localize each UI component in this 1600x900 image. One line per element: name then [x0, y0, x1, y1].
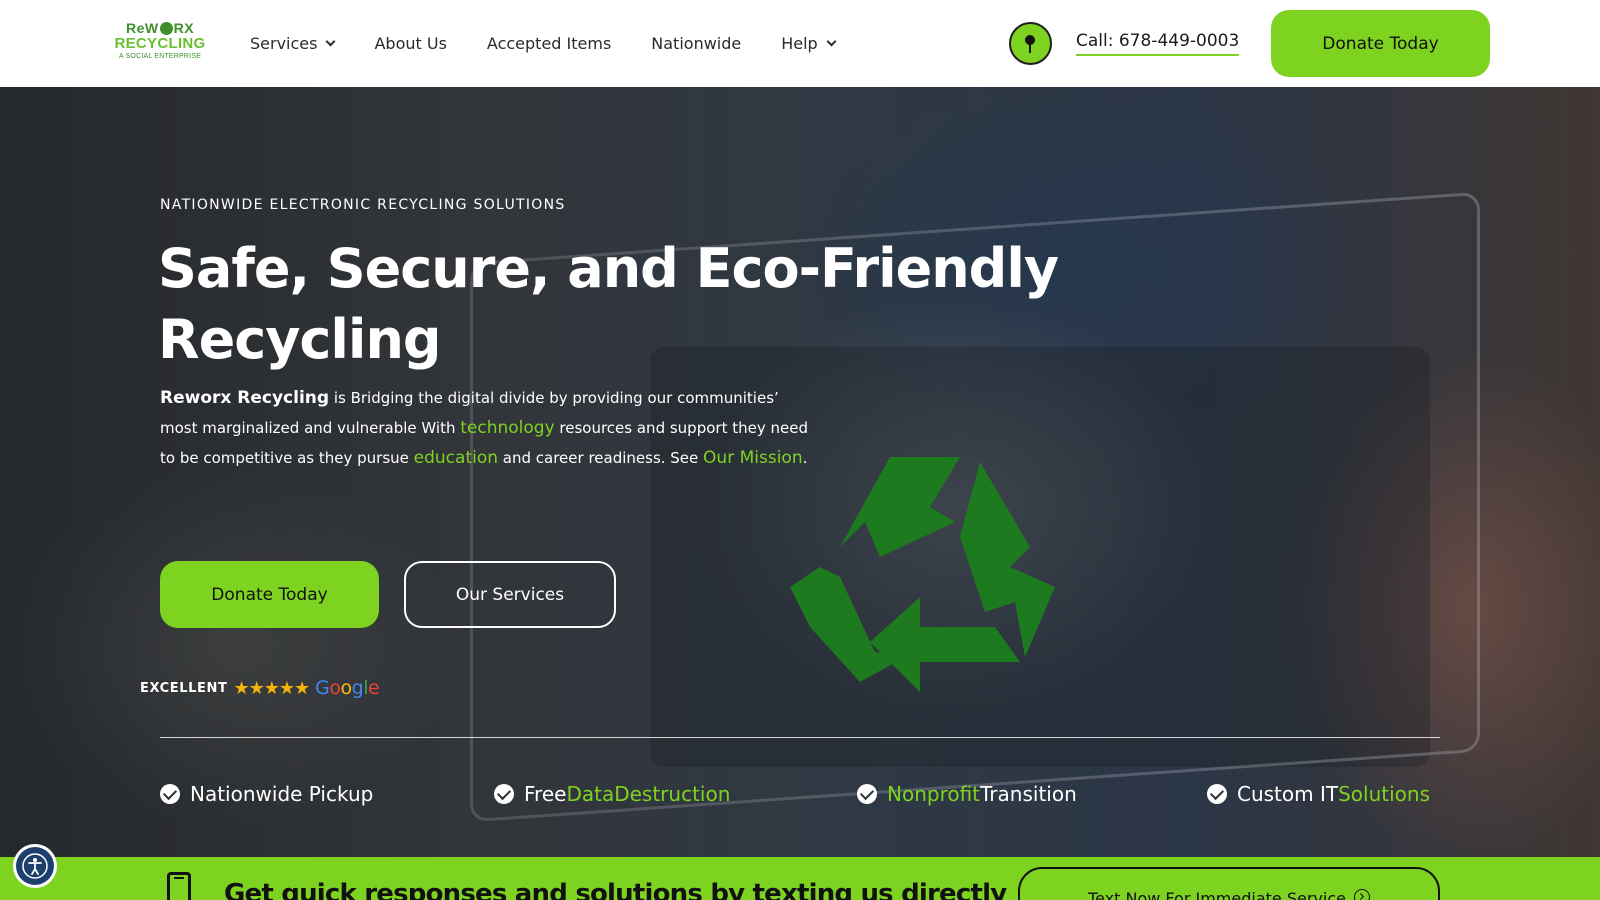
our-services-button[interactable]: Our Services	[404, 561, 616, 628]
our-mission-link[interactable]: Our Mission	[703, 448, 803, 468]
hero-paragraph: Reworx Recycling is Bridging the digital…	[160, 388, 808, 468]
nav-item-services[interactable]: Services	[250, 34, 336, 53]
nav-item-help[interactable]: Help	[781, 34, 837, 53]
recycle-logo-icon	[159, 22, 173, 35]
rating-label: EXCELLENT	[140, 680, 228, 696]
recycle-symbol-icon	[790, 457, 1055, 692]
reworx-logo[interactable]: ReW RX RECYCLING A SOCIAL ENTERPRISE	[112, 20, 208, 66]
accessibility-button[interactable]	[13, 844, 57, 888]
feature-nationwide-pickup: Nationwide Pickup	[160, 780, 373, 808]
location-button[interactable]	[1009, 22, 1052, 65]
call-phone-link[interactable]: Call: 678-449-0003	[1076, 31, 1240, 56]
google-logo: Google	[315, 677, 380, 699]
check-circle-icon	[494, 784, 514, 804]
technology-link[interactable]: technology	[460, 418, 554, 438]
text-us-bar: Get quick responses and solutions by tex…	[0, 857, 1600, 900]
check-circle-icon	[857, 784, 877, 804]
feature-nonprofit-transition: Nonprofit Transition	[857, 780, 1077, 808]
feature-data-destruction: Free DataDestruction	[494, 780, 730, 808]
chevron-down-icon	[826, 36, 837, 46]
chevron-down-icon	[326, 36, 336, 46]
main-nav: Services About Us Accepted Items Nationw…	[250, 30, 875, 56]
donate-today-button[interactable]: Donate Today	[160, 561, 379, 628]
nav-item-nationwide[interactable]: Nationwide	[651, 34, 741, 53]
hero-eyebrow: NATIONWIDE ELECTRONIC RECYCLING SOLUTION…	[160, 197, 566, 213]
feature-custom-it-solutions: Custom IT Solutions	[1207, 780, 1430, 808]
rating-stars: ★★★★★	[233, 677, 310, 698]
text-now-button[interactable]: Text Now For Immediate Service	[1018, 867, 1440, 900]
check-circle-icon	[1207, 784, 1227, 804]
education-link[interactable]: education	[414, 448, 498, 468]
header-donate-button[interactable]: Donate Today	[1271, 10, 1490, 77]
google-rating[interactable]: EXCELLENT ★★★★★ Google	[140, 675, 380, 701]
hero-divider	[160, 737, 1440, 738]
accessibility-icon	[16, 847, 54, 885]
check-circle-icon	[160, 784, 180, 804]
hero-section: NATIONWIDE ELECTRONIC RECYCLING SOLUTION…	[0, 87, 1600, 857]
site-header: ReW RX RECYCLING A SOCIAL ENTERPRISE Serv…	[0, 0, 1600, 87]
arrow-circle-icon	[1353, 889, 1370, 900]
hero-headline: Safe, Secure, and Eco-Friendly Recycling	[158, 237, 1059, 371]
nav-item-accepted-items[interactable]: Accepted Items	[487, 34, 611, 53]
mobile-phone-icon	[167, 872, 191, 900]
brand-name: Reworx Recycling	[160, 388, 330, 408]
text-us-heading: Get quick responses and solutions by tex…	[224, 879, 1007, 900]
nav-item-about-us[interactable]: About Us	[374, 34, 446, 53]
